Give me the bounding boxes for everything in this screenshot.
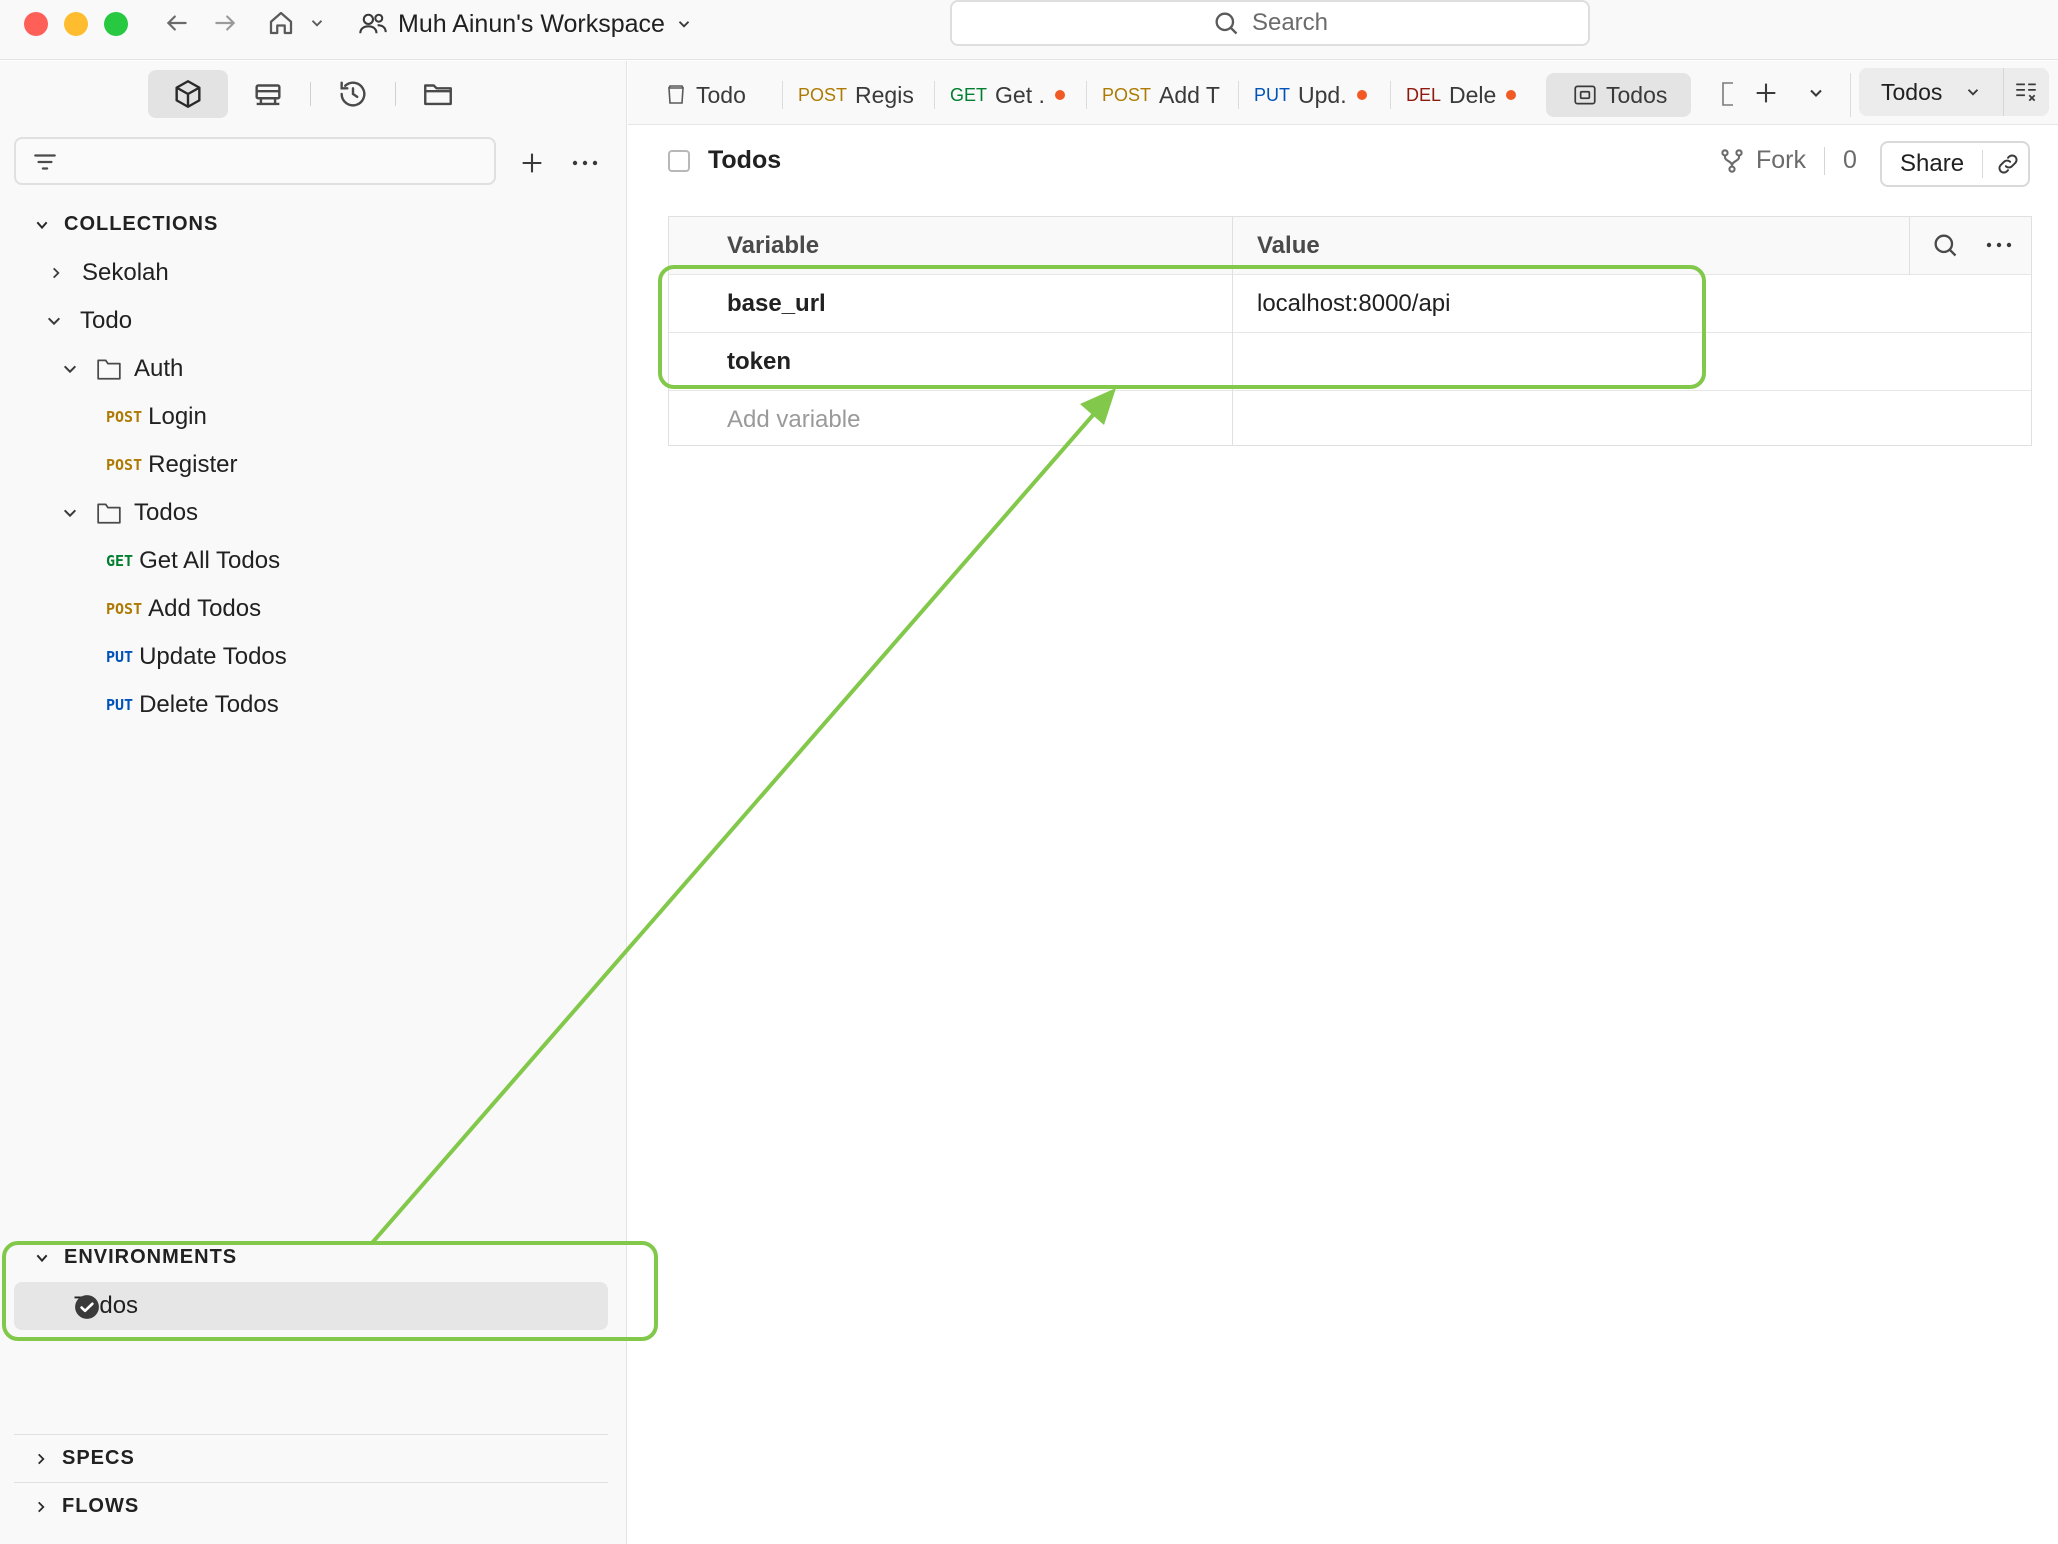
annotation-arrow [370, 388, 1116, 1245]
